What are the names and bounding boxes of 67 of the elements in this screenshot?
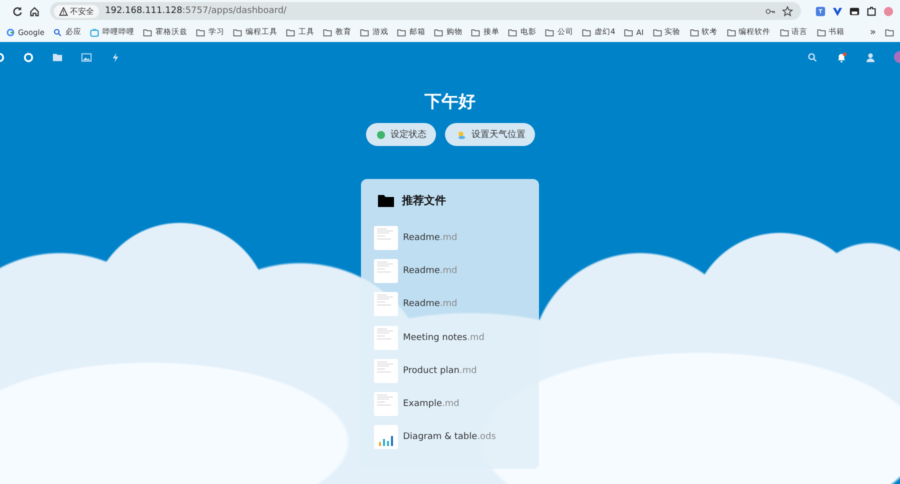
tv-icon bbox=[90, 28, 100, 36]
folder-icon bbox=[624, 28, 634, 36]
file-item[interactable]: Diagram & table.ods bbox=[374, 420, 539, 454]
file-item[interactable]: Product plan.md bbox=[374, 354, 539, 388]
star-icon[interactable] bbox=[782, 6, 793, 16]
file-item[interactable]: Example.md bbox=[374, 387, 539, 421]
folder-icon bbox=[582, 28, 592, 36]
google-icon bbox=[6, 28, 15, 36]
folder-icon bbox=[233, 28, 242, 36]
security-label: 不安全 bbox=[70, 6, 94, 16]
sun-cloud-icon bbox=[456, 130, 466, 140]
folder-icon bbox=[397, 28, 406, 36]
file-item[interactable]: Readme.md bbox=[374, 288, 539, 321]
folder-icon bbox=[196, 28, 206, 36]
circle-icon[interactable] bbox=[23, 52, 34, 62]
profile-avatar-icon[interactable] bbox=[883, 6, 894, 16]
folder-icon bbox=[378, 194, 394, 207]
folder-icon[interactable] bbox=[885, 28, 894, 36]
image-icon[interactable] bbox=[81, 52, 92, 62]
search-icon bbox=[53, 28, 62, 36]
folder-icon bbox=[816, 28, 826, 36]
v-logo-icon[interactable] bbox=[832, 6, 843, 16]
file-name: Diagram & table.ods bbox=[403, 432, 496, 442]
url-text: 192.168.111.128:5757/apps/dashboard/ bbox=[105, 6, 287, 16]
file-name: Meeting notes.md bbox=[403, 332, 484, 343]
document-thumbnail bbox=[374, 392, 398, 416]
folder-icon bbox=[726, 28, 736, 36]
translate-icon[interactable] bbox=[815, 6, 826, 16]
file-name: Readme.md bbox=[403, 232, 458, 243]
folder-icon bbox=[780, 28, 789, 36]
card-title: 推荐文件 bbox=[402, 193, 446, 208]
weather-location-button[interactable]: 设置天气位置 bbox=[444, 123, 534, 146]
file-name: Product plan.md bbox=[403, 366, 477, 376]
file-name: Readme.md bbox=[403, 299, 458, 310]
folder-icon bbox=[508, 28, 518, 36]
document-thumbnail bbox=[374, 326, 398, 350]
folder-icon bbox=[545, 28, 554, 36]
document-thumbnail bbox=[374, 358, 398, 383]
folder-icon bbox=[360, 28, 370, 36]
file-item[interactable]: Readme.md bbox=[374, 254, 539, 288]
address-bar[interactable]: 不安全 192.168.111.128:5757/apps/dashboard/ bbox=[50, 2, 801, 20]
greeting: 下午好 bbox=[424, 91, 476, 113]
home-icon[interactable] bbox=[29, 6, 40, 16]
file-item[interactable]: Readme.md bbox=[374, 221, 539, 254]
status-button[interactable]: 设定状态 bbox=[366, 123, 436, 146]
more-bookmarks-button[interactable]: » bbox=[870, 26, 876, 38]
folder-icon bbox=[323, 28, 332, 36]
chart-thumbnail bbox=[374, 425, 398, 450]
folder-icon bbox=[652, 28, 662, 36]
folder-icon bbox=[286, 28, 296, 36]
folder-icon bbox=[690, 28, 699, 36]
file-item[interactable]: Meeting notes.md bbox=[374, 320, 539, 354]
document-thumbnail bbox=[374, 258, 398, 283]
folder-icon bbox=[471, 28, 480, 36]
document-thumbnail bbox=[374, 226, 398, 250]
bell-icon[interactable] bbox=[836, 52, 847, 62]
warning-icon bbox=[59, 6, 68, 16]
file-name: Readme.md bbox=[403, 266, 458, 276]
search-icon[interactable] bbox=[807, 52, 818, 62]
file-name: Example.md bbox=[403, 399, 460, 410]
contacts-icon[interactable] bbox=[865, 52, 876, 62]
reload-icon[interactable] bbox=[12, 6, 23, 16]
document-thumbnail bbox=[374, 292, 398, 316]
folder-icon bbox=[434, 28, 444, 36]
folder-icon bbox=[143, 28, 152, 36]
lightning-icon[interactable] bbox=[110, 52, 121, 62]
security-warning[interactable]: 不安全 bbox=[54, 4, 99, 18]
